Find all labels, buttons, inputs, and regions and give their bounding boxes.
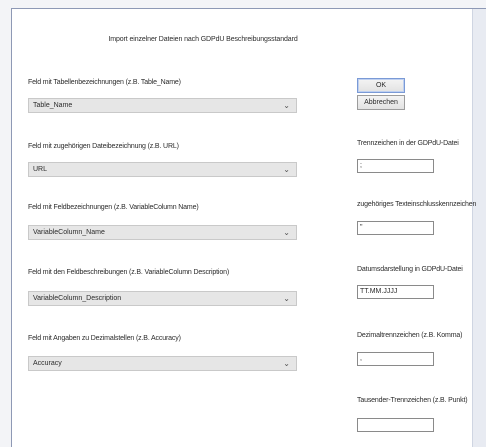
text-qualifier-label: zugehöriges Texteinschlusskennzeichen (357, 201, 477, 208)
decimal-separator-label: Dezimaltrennzeichen (z.B. Komma) (357, 332, 463, 339)
chevron-down-icon[interactable]: ⌄ (283, 163, 290, 176)
accuracy-label: Feld mit Angaben zu Dezimalstellen (z.B.… (28, 335, 181, 342)
column-name-label: Feld mit Feldbezeichnungen (z.B. Variabl… (28, 204, 199, 211)
table-name-select[interactable]: Table_Name ⌄ (28, 98, 297, 113)
ok-button[interactable]: OK (357, 78, 405, 93)
dialog-title: Import einzelner Dateien nach GDPdU Besc… (108, 36, 298, 43)
separator-label: Trennzeichen in der GDPdU-Datei (357, 140, 459, 147)
date-format-label: Datumsdarstellung in GDPdU-Datei (357, 266, 463, 273)
decimal-separator-input[interactable]: , (357, 352, 434, 366)
dialog-right-strip (472, 9, 486, 447)
column-description-select[interactable]: VariableColumn_Description ⌄ (28, 291, 297, 306)
column-name-value: VariableColumn_Name (33, 229, 105, 236)
accuracy-select[interactable]: Accuracy ⌄ (28, 356, 297, 371)
import-dialog: Import einzelner Dateien nach GDPdU Besc… (11, 8, 486, 447)
column-description-value: VariableColumn_Description (33, 295, 122, 302)
cancel-button[interactable]: Abbrechen (357, 95, 405, 110)
chevron-down-icon[interactable]: ⌄ (283, 357, 290, 370)
chevron-down-icon[interactable]: ⌄ (283, 226, 290, 239)
thousands-separator-input[interactable] (357, 418, 434, 432)
url-select[interactable]: URL ⌄ (28, 162, 297, 177)
url-value: URL (33, 166, 48, 173)
text-qualifier-input[interactable]: " (357, 221, 434, 235)
table-name-value: Table_Name (33, 102, 73, 109)
date-format-input[interactable]: TT.MM.JJJJ (357, 285, 434, 299)
separator-input[interactable]: ; (357, 159, 434, 173)
accuracy-value: Accuracy (33, 360, 62, 367)
column-name-select[interactable]: VariableColumn_Name ⌄ (28, 225, 297, 240)
chevron-down-icon[interactable]: ⌄ (283, 292, 290, 305)
chevron-down-icon[interactable]: ⌄ (283, 99, 290, 112)
thousands-separator-label: Tausender-Trennzeichen (z.B. Punkt) (357, 397, 468, 404)
table-name-label: Feld mit Tabellenbezeichnungen (z.B. Tab… (28, 79, 181, 86)
column-description-label: Feld mit den Feldbeschreibungen (z.B. Va… (28, 269, 229, 276)
url-label: Feld mit zugehörigen Dateibezeichnung (z… (28, 143, 179, 150)
